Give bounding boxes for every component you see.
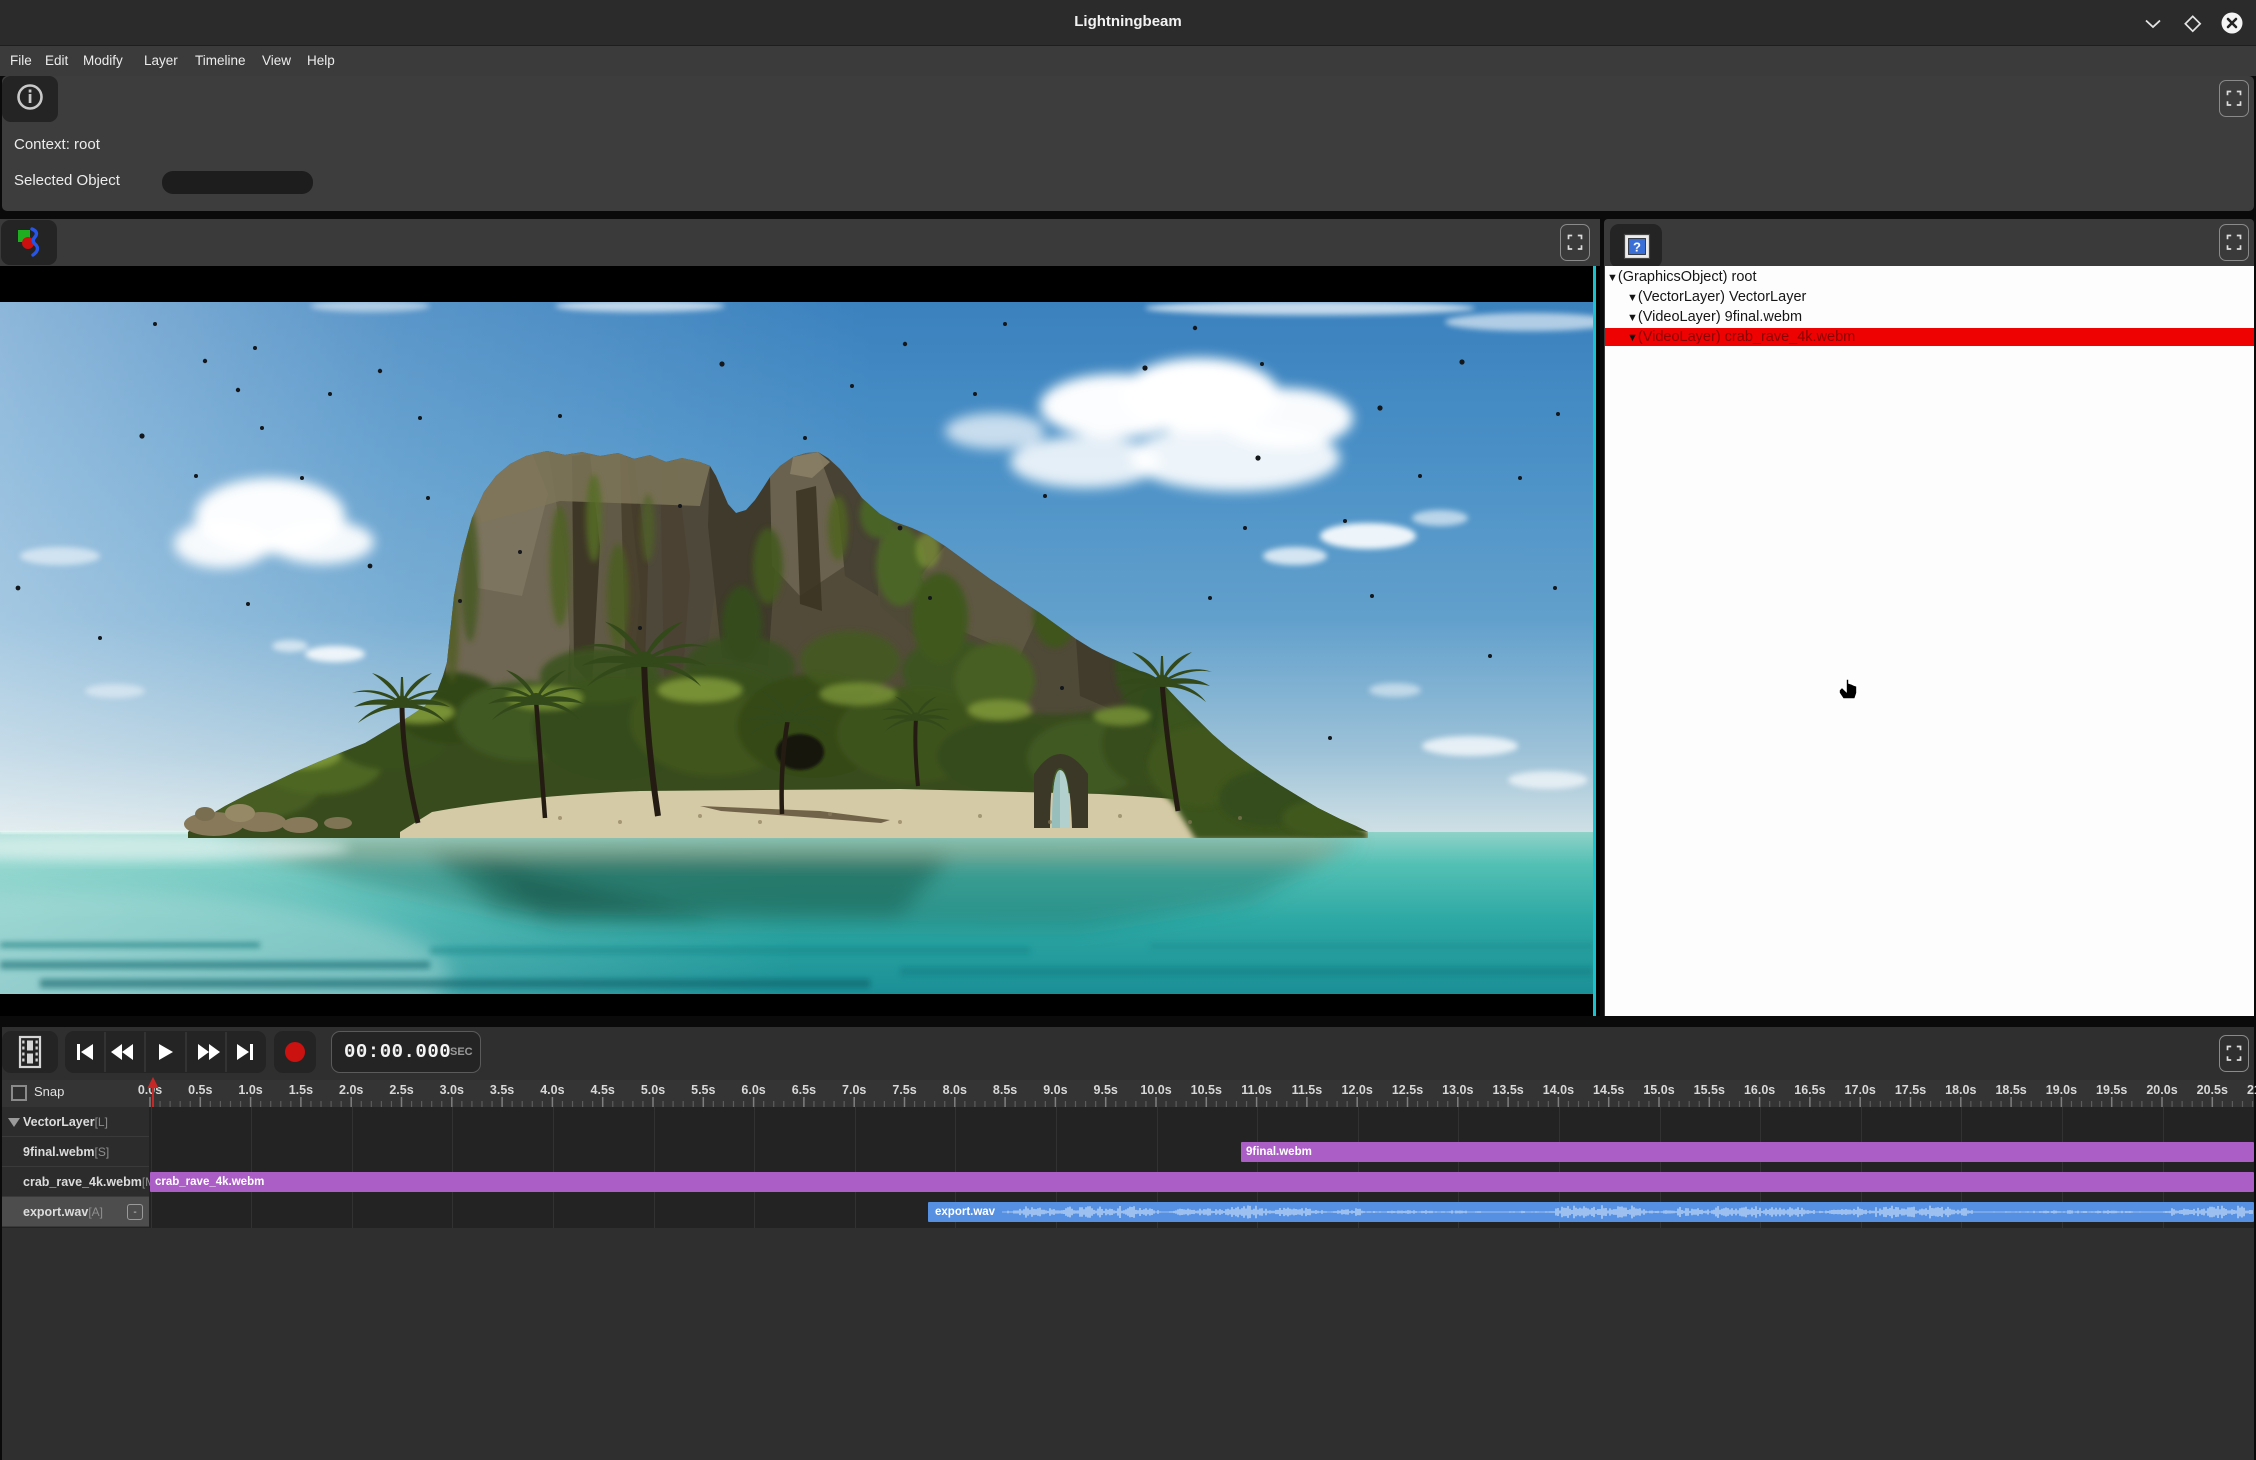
svg-text:?: ? [1633,240,1641,255]
